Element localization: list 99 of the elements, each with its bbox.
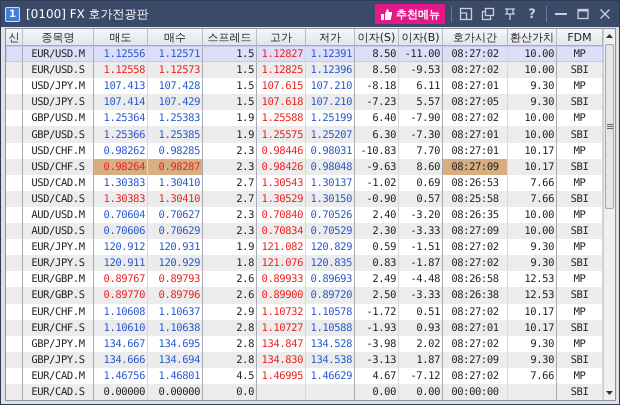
price-text: 0.70629 xyxy=(158,225,200,238)
column-header[interactable]: 이자(B) xyxy=(399,29,443,45)
close-icon xyxy=(598,7,612,21)
price-text: 1.46756 xyxy=(104,370,145,382)
price-text: 1.12558 xyxy=(104,64,145,76)
column-header[interactable]: 환산가치 xyxy=(508,29,557,45)
help-button[interactable]: ? xyxy=(524,6,540,22)
price-text: 0.70604 xyxy=(104,208,145,221)
pin-icon xyxy=(503,7,517,21)
table-cell: 00:00:00 xyxy=(443,384,508,400)
layout-icon xyxy=(459,7,473,21)
column-header[interactable]: 매수 xyxy=(148,29,203,45)
quote-row[interactable]: EUR/CHF.M 1.10608 1.10637 2.9 1.10732 1.10578 -1.72 0.51 08:27:02 10.17 MP xyxy=(6,304,603,320)
column-header[interactable]: 스프레드 xyxy=(203,29,257,45)
price-text: 0.00000 xyxy=(158,386,200,398)
price-text: 1.30383 xyxy=(104,192,145,205)
scrollbar[interactable] xyxy=(603,29,615,400)
minimize-icon xyxy=(555,13,567,15)
price-text: 0.00000 xyxy=(104,386,145,398)
price-text: 107.428 xyxy=(158,80,200,92)
price-text: 1.30410 xyxy=(158,192,200,205)
quote-row[interactable]: USD/CAD.S 1.30383 1.30410 2.7 1.30529 1.30150 -0.90 0.57 08:25:58 7.66 SBI xyxy=(6,190,603,207)
price-text: 1.10610 xyxy=(104,322,145,334)
price-text: 1.10608 xyxy=(104,306,145,318)
quote-row[interactable]: EUR/GBP.S 0.89770 0.89796 2.6 0.89900 0.89720 2.50 -3.33 08:26:38 12.53 SBI xyxy=(6,287,603,304)
thumbs-up-icon xyxy=(380,8,393,20)
quote-row[interactable]: EUR/USD.M 1.12556 1.12571 1.5 1.12827 1.12391 8.50 -11.00 08:27:02 10.00 MP xyxy=(6,46,603,62)
price-text: 134.667 xyxy=(104,338,145,350)
quote-row[interactable]: GBP/JPY.M 134.667 134.695 2.8 134.847 134.528 -3.98 2.02 08:27:02 9.30 MP xyxy=(6,336,603,352)
price-text: 1.25364 xyxy=(104,112,145,124)
column-header[interactable]: 이자(S) xyxy=(355,29,399,45)
price-text: 0.89796 xyxy=(158,289,200,302)
price-text: 1.10637 xyxy=(158,306,200,318)
up-arrow-icon xyxy=(606,34,613,38)
price-text: 107.429 xyxy=(158,96,200,108)
quote-row[interactable]: USD/CHF.S 0.98264 0.98287 2.3 0.98426 0.98048 -9.63 8.60 08:27:09 10.17 SBI xyxy=(6,158,603,175)
quote-row[interactable]: EUR/GBP.M 0.89767 0.89793 2.6 0.89933 0.89693 2.49 -4.48 08:26:58 12.53 MP xyxy=(6,271,603,288)
price-text: 1.10638 xyxy=(158,322,200,334)
quote-row[interactable]: EUR/CHF.S 1.10610 1.10638 2.8 1.10727 1.10588 -1.93 0.93 08:27:01 10.17 SBI xyxy=(6,320,603,336)
table-cell: 0.00 xyxy=(399,384,443,400)
table-cell: EUR/CAD.S xyxy=(23,384,94,400)
quote-row[interactable]: GBP/JPY.S 134.666 134.694 2.8 134.830 134.538 -3.13 1.87 08:27:09 9.30 SBI xyxy=(6,352,603,368)
maximize-button[interactable] xyxy=(575,6,591,22)
column-header[interactable]: 저가 xyxy=(306,29,355,45)
price-text: 1.30383 xyxy=(104,176,145,189)
price-text: 0.89770 xyxy=(104,289,145,302)
duplicate-window-button[interactable] xyxy=(480,6,496,22)
column-header[interactable]: 신 xyxy=(6,29,23,45)
price-text: 120.929 xyxy=(158,257,200,270)
scroll-thumb[interactable] xyxy=(605,44,614,209)
price-text: 0.98262 xyxy=(104,144,145,157)
windows-icon xyxy=(481,7,495,21)
pin-button[interactable] xyxy=(502,6,518,22)
price-text: 0.89767 xyxy=(104,273,145,286)
price-text: 134.695 xyxy=(158,338,200,350)
price-text: 0.89793 xyxy=(158,273,200,286)
column-header[interactable]: 매도 xyxy=(94,29,148,45)
price-text: 1.25385 xyxy=(158,128,200,141)
price-text: 120.931 xyxy=(158,241,200,254)
quote-row[interactable]: USD/JPY.S 107.414 107.429 1.5 107.618 107.210 -7.23 5.57 08:27:05 9.30 SBI xyxy=(6,94,603,110)
price-text: 1.30410 xyxy=(158,176,200,189)
quote-row[interactable]: USD/CHF.M 0.98262 0.98285 2.3 0.98446 0.98031 -10.83 7.70 08:27:01 10.17 MP xyxy=(6,142,603,159)
quote-row[interactable]: USD/JPY.M 107.413 107.428 1.5 107.615 107.210 -8.18 6.11 08:27:01 9.30 MP xyxy=(6,78,603,94)
maximize-icon xyxy=(576,7,590,21)
table-cell: 0.0 xyxy=(203,384,257,400)
price-text: 0.70606 xyxy=(104,225,145,238)
column-header[interactable]: 고가 xyxy=(257,29,306,45)
price-text: 107.413 xyxy=(104,80,145,92)
price-text: 1.46801 xyxy=(158,370,200,382)
price-text: 107.414 xyxy=(104,96,145,108)
price-text: 0.98287 xyxy=(158,160,200,173)
price-text: 0.70627 xyxy=(158,208,200,221)
quote-row[interactable]: EUR/USD.S 1.12558 1.12573 1.5 1.12825 1.12396 8.50 -9.53 08:27:02 10.00 SBI xyxy=(6,62,603,78)
quote-row[interactable]: EUR/CAD.S 0.00000 0.00000 0.0 0.00 0.00 00:00:00 SBI xyxy=(6,384,603,400)
price-text: 1.12573 xyxy=(158,64,200,76)
price-text: 134.694 xyxy=(158,354,200,366)
layout-button[interactable] xyxy=(458,6,474,22)
price-text: 134.666 xyxy=(104,354,145,366)
price-text: 1.25383 xyxy=(158,112,200,124)
price-text: 1.25366 xyxy=(104,128,145,141)
price-text: 120.912 xyxy=(104,241,145,254)
window-title: [0100] FX 호가전광판 xyxy=(26,6,150,22)
column-header[interactable]: 종목명 xyxy=(23,29,94,45)
quote-row[interactable]: GBP/USD.M 1.25364 1.25383 1.9 1.25588 1.25199 6.40 -7.90 08:27:02 10.00 MP xyxy=(6,110,603,126)
quote-row[interactable]: GBP/USD.S 1.25366 1.25385 1.9 1.25575 1.25207 6.30 -7.30 08:27:01 10.00 SBI xyxy=(6,126,603,143)
price-text: 0.98285 xyxy=(158,144,200,157)
down-arrow-icon xyxy=(606,391,613,395)
table-cell: 08:27:09 xyxy=(443,158,508,175)
price-text: 120.911 xyxy=(104,257,145,270)
column-header[interactable]: 호가시간 xyxy=(443,29,508,45)
recommend-menu-button[interactable]: 추천메뉴 xyxy=(375,4,445,24)
quote-row[interactable]: AUD/USD.S 0.70606 0.70629 2.3 0.70834 0.70529 2.30 -3.33 08:27:09 10.00 SBI xyxy=(6,223,603,240)
table-cell: 0.00 xyxy=(355,384,399,400)
window-number-badge: 1 xyxy=(5,6,20,22)
quote-row[interactable]: EUR/JPY.S 120.911 120.929 1.8 121.076 120.835 0.83 -1.87 08:27:02 9.30 SBI xyxy=(6,255,603,272)
price-text: 1.12556 xyxy=(104,48,145,60)
price-text: 0.98264 xyxy=(104,160,145,173)
price-text: 1.12571 xyxy=(158,48,200,60)
grip-icon xyxy=(606,124,612,129)
